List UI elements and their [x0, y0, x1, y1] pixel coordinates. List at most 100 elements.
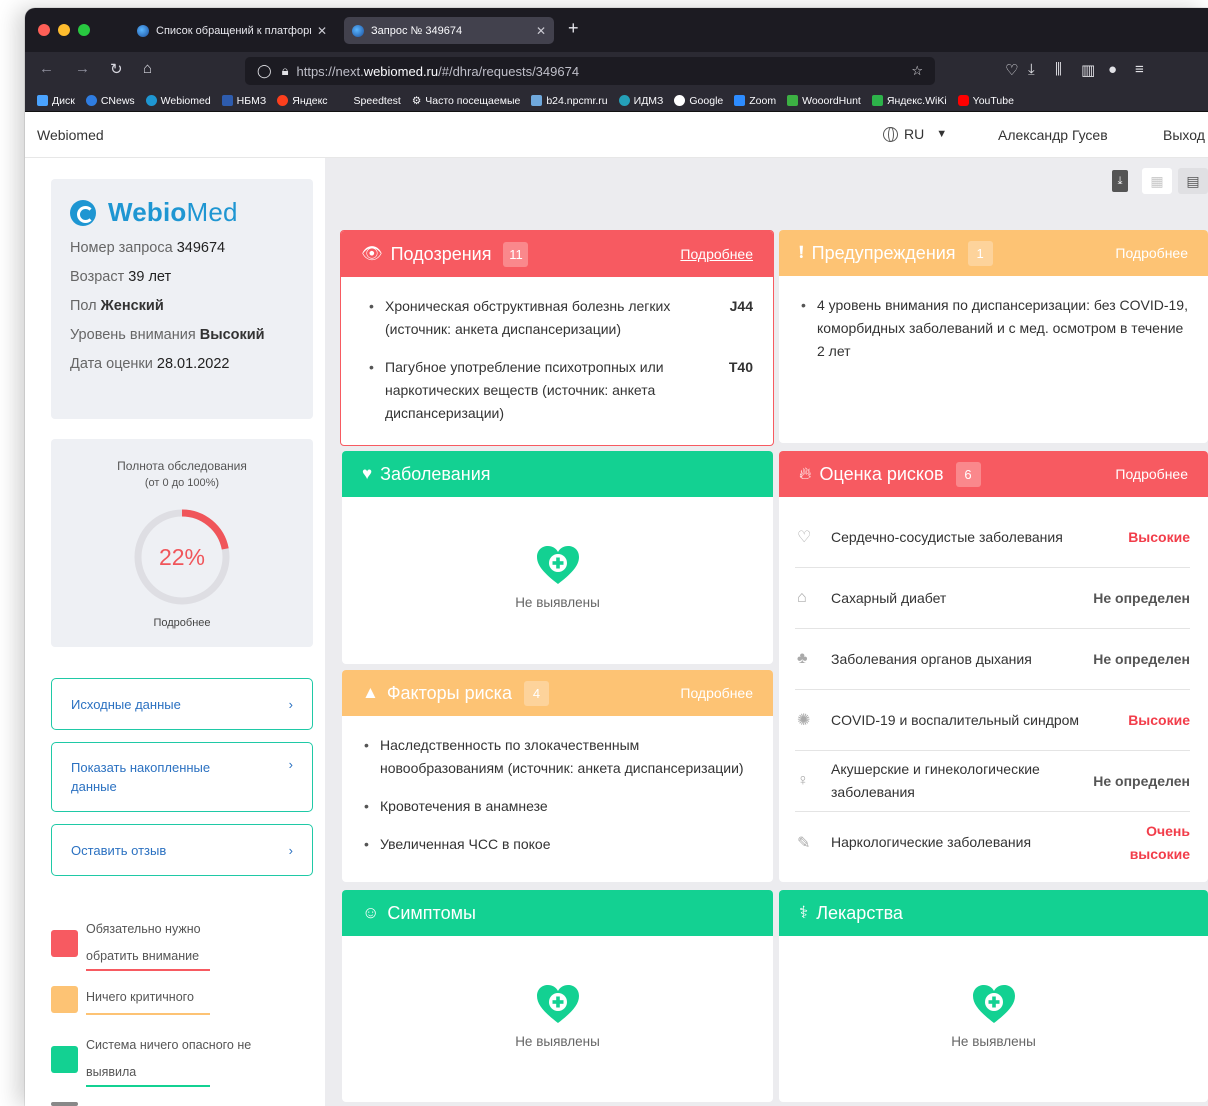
library-icon[interactable]: ⫼	[1055, 61, 1062, 78]
back-arrow-icon[interactable]: ←	[39, 60, 54, 77]
feedback-button[interactable]: Оставить отзыв ›	[51, 824, 313, 876]
legend-text: Ничего критичного	[86, 990, 194, 1004]
globe-icon	[883, 126, 898, 142]
assessment-date: Дата оценки 28.01.2022	[70, 356, 294, 372]
lungs-icon: ♣	[797, 650, 808, 667]
list-view-icon[interactable]: ▤	[1178, 168, 1208, 194]
reload-icon[interactable]: ↻	[110, 60, 123, 78]
pocket-icon[interactable]: ♡	[1005, 61, 1018, 79]
request-number: Номер запроса 349674	[70, 240, 294, 256]
logo-text-light: Med	[186, 197, 238, 227]
more-link[interactable]: Подробнее	[680, 685, 753, 701]
card-header: ❗︎ Предупреждения 1 Подробнее	[779, 230, 1208, 276]
more-link[interactable]: Подробнее	[680, 246, 753, 262]
pregnant-icon: ♀	[797, 772, 809, 789]
home-icon[interactable]: ⌂	[143, 60, 152, 77]
bookmark-item[interactable]: b24.npcmr.ru	[531, 95, 608, 107]
initial-data-button[interactable]: Исходные данные ›	[51, 678, 313, 730]
bookmark-item[interactable]: Speedtest	[338, 95, 401, 107]
bookmark-label: Google	[689, 94, 724, 107]
completeness-percent: 22%	[158, 544, 206, 570]
bookmark-star-icon[interactable]: ☆	[911, 63, 923, 79]
risk-level: Высокие	[1128, 528, 1190, 545]
bookmark-item[interactable]: WooordHunt	[787, 95, 861, 107]
sidebar-icon[interactable]: ▥	[1081, 61, 1095, 79]
item-text: 4 уровень внимания по диспансеризации: б…	[817, 297, 1188, 359]
bookmark-item[interactable]: Яндекс	[277, 95, 328, 107]
bookmark-item[interactable]: YouTube	[957, 95, 1014, 107]
close-window-button[interactable]	[38, 24, 50, 36]
bookmark-label: Яндекс.WiKi	[886, 94, 947, 107]
bookmark-label: ИДМЗ	[633, 94, 664, 107]
empty-state: Не выявлены	[779, 936, 1208, 1049]
bookmark-item[interactable]: ИДМЗ	[618, 94, 664, 107]
close-tab-icon[interactable]: ✕	[536, 24, 546, 38]
url-bar[interactable]: ◯ 🔒︎ https://next. webiomed.ru/#/dhra/req…	[245, 57, 935, 85]
completeness-subtitle: (от 0 до 100%)	[144, 477, 220, 489]
bookmark-item[interactable]: НБМЗ	[221, 95, 266, 107]
card-title: Лекарства	[816, 902, 903, 923]
list-item: Кровотечения в анамнезе	[362, 795, 753, 818]
tab-request[interactable]: Запрос № 349674 ✕	[344, 17, 554, 44]
bookmark-item[interactable]: Zoom	[734, 95, 776, 107]
bookmark-label: Часто посещаемые	[425, 94, 521, 107]
menu-icon[interactable]: ≡	[1135, 61, 1144, 78]
heart-plus-icon	[536, 546, 579, 584]
risk-row: ✺ COVID-19 и воспалительный синдром Высоки…	[795, 690, 1190, 751]
account-icon[interactable]: ●	[1108, 61, 1117, 78]
fire-icon: 🔥︎	[799, 464, 812, 483]
language-selector[interactable]: RU ▼	[883, 126, 947, 142]
info-label: Дата оценки	[70, 356, 153, 372]
risk-factors-card: ▲ Факторы риска 4 Подробнее Наследственн…	[342, 670, 773, 882]
lock-icon[interactable]: 🔒︎	[282, 63, 289, 79]
forward-arrow-icon[interactable]: →	[75, 60, 90, 77]
risk-row: ♀ Акушерские и гинекологические заболеван…	[795, 751, 1190, 812]
bookmark-item[interactable]: CNews	[85, 95, 135, 107]
bookmark-item[interactable]: Webiomed	[145, 94, 211, 107]
bookmark-label: Webiomed	[160, 94, 211, 107]
empty-text: Не выявлены	[951, 1034, 1036, 1049]
legend-swatch	[51, 930, 78, 957]
shield-icon[interactable]: ◯	[257, 63, 272, 79]
info-value: Женский	[100, 298, 164, 314]
button-label: Показать накопленные данные	[71, 760, 211, 794]
idmz-icon	[618, 95, 630, 106]
more-link[interactable]: Подробнее	[1115, 466, 1188, 482]
completeness-more-link[interactable]: Подробнее	[51, 617, 313, 629]
logout-link[interactable]: Выход	[1163, 127, 1205, 143]
bookmark-item[interactable]: Диск	[37, 95, 75, 107]
download-report-icon[interactable]: ⤓	[1112, 170, 1128, 192]
patient-info-card: WebioMed Номер запроса 349674 Возраст 39…	[51, 179, 313, 419]
tab-requests-list[interactable]: Список обращений к платформ ✕	[129, 17, 335, 44]
card-header: ⚕ Лекарства	[779, 890, 1208, 936]
patient-sex: Пол Женский	[70, 298, 294, 314]
bookmark-item[interactable]: ⚙ Часто посещаемые	[412, 95, 521, 107]
webiomed-icon	[145, 95, 157, 106]
list-item: Пагубное употребление психотропных или н…	[367, 356, 753, 425]
legend-item-red: Обязательно нужно обратить внимание	[51, 916, 241, 973]
accumulated-data-button[interactable]: Показать накопленные данные ›	[51, 742, 313, 812]
card-title: Факторы риска	[386, 682, 512, 703]
risk-name: Сердечно-сосудистые заболевания	[831, 528, 1063, 545]
bookmark-item[interactable]: Яндекс.WiKi	[871, 94, 947, 107]
download-icon[interactable]: ⤓	[1028, 61, 1035, 78]
bookmark-item[interactable]: Google	[674, 95, 723, 107]
brand-link[interactable]: Webiomed	[37, 127, 104, 143]
grid-view-icon[interactable]: ▦	[1142, 168, 1172, 194]
user-name[interactable]: Александр Гусев	[998, 127, 1108, 143]
legend-text: Обязательно нужно обратить внимание	[86, 922, 201, 963]
symptoms-card: ☺ Симптомы Не выявлены	[342, 890, 773, 1102]
close-tab-icon[interactable]: ✕	[317, 24, 327, 38]
list-item: 4 уровень внимания по диспансеризации: б…	[799, 294, 1188, 363]
count-badge: 4	[523, 680, 549, 706]
legend-swatch	[51, 1046, 78, 1073]
item-text: Увеличенная ЧСС в покое	[380, 836, 551, 852]
google-icon	[674, 95, 686, 106]
heart-plus-icon: ♥	[362, 464, 373, 483]
zoom-window-button[interactable]	[78, 24, 90, 36]
cnews-icon	[85, 95, 97, 106]
legend-text: Система ничего опасного не выявила	[86, 1038, 252, 1079]
minimize-window-button[interactable]	[58, 24, 70, 36]
more-link[interactable]: Подробнее	[1115, 245, 1188, 261]
new-tab-button[interactable]: +	[568, 18, 579, 39]
